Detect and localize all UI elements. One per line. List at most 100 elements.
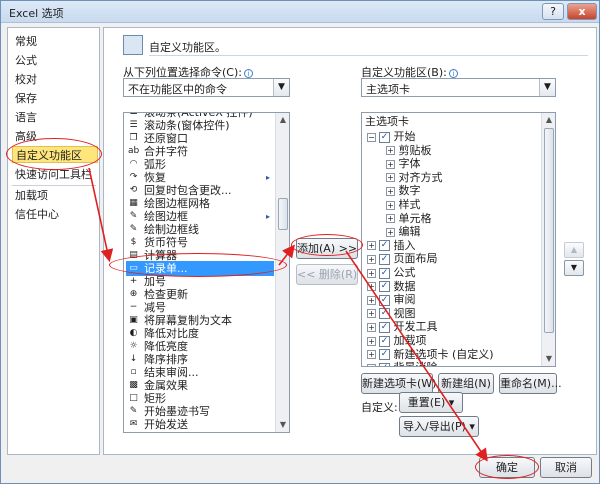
customize-ribbon-dropdown[interactable]: 主选项卡 ▼	[361, 78, 556, 97]
remove-button[interactable]: << 删除(R)	[296, 264, 358, 285]
tree-item[interactable]: +✓ 背景消除	[367, 360, 438, 366]
new-group-button[interactable]: 新建组(N)	[438, 373, 494, 394]
command-icon: −	[129, 302, 138, 312]
move-down-button[interactable]: ▼	[564, 260, 584, 276]
expander-icon[interactable]: +	[367, 282, 376, 292]
tab-checkbox[interactable]: ✓	[379, 253, 390, 265]
expander-icon[interactable]: −	[367, 132, 376, 142]
tree-item-label: 加载项	[390, 334, 427, 347]
tree-item-label: 背景消除	[390, 361, 437, 366]
tab-checkbox[interactable]: ✓	[379, 349, 390, 361]
command-icon: ✎	[129, 406, 138, 416]
command-icon: ☼	[129, 341, 138, 351]
nav-item-save[interactable]: 保存	[12, 90, 98, 107]
tab-checkbox[interactable]: ✓	[379, 267, 390, 279]
expander-icon[interactable]: +	[367, 309, 376, 319]
help-button[interactable]: ?	[542, 3, 564, 20]
nav-item-language[interactable]: 语言	[12, 109, 98, 126]
expander-icon[interactable]: +	[367, 350, 376, 360]
reset-dropdown-button[interactable]: 重置(E) ▾	[399, 392, 463, 413]
expander-icon[interactable]: +	[386, 159, 395, 169]
scroll-down-icon[interactable]: ▼	[276, 418, 289, 432]
expander-icon[interactable]: +	[367, 268, 376, 278]
expander-icon[interactable]: +	[386, 146, 395, 156]
expander-icon[interactable]: +	[367, 363, 376, 366]
nav-item-general[interactable]: 常规	[12, 33, 98, 50]
tab-checkbox[interactable]: ✓	[379, 294, 390, 306]
annotation-ring-nav	[6, 138, 102, 170]
tree-item-label: 编辑	[395, 225, 421, 239]
expander-icon[interactable]: +	[367, 241, 376, 251]
command-icon: ☰	[129, 120, 138, 130]
command-icon: +	[129, 276, 138, 286]
scroll-down-icon[interactable]: ▼	[542, 352, 555, 366]
tree-item-label: 数字	[395, 184, 421, 198]
command-icon: ◠	[129, 159, 138, 169]
window-title: Excel 选项	[9, 7, 64, 20]
customize-label: 自定义:	[361, 401, 398, 414]
close-button[interactable]: x	[567, 3, 597, 20]
tree-item-label: 对齐方式	[395, 170, 443, 184]
expander-icon[interactable]: +	[367, 254, 376, 264]
command-icon: ✎	[129, 224, 138, 234]
nav-separator	[12, 185, 96, 186]
excel-options-dialog: Excel 选项 ? x 常规 公式 校对 保存 语言 高级 自定义功能区 快速…	[0, 0, 600, 484]
expander-icon[interactable]: +	[386, 227, 395, 237]
customize-ribbon-icon	[123, 35, 143, 55]
scrollbar-thumb[interactable]	[278, 198, 288, 230]
tree-item-label: 开始	[390, 130, 416, 143]
scroll-up-icon[interactable]: ▲	[276, 113, 289, 127]
command-icon: □	[129, 393, 138, 403]
tab-checkbox[interactable]: ✓	[379, 308, 390, 320]
title-bar: Excel 选项 ? x	[1, 1, 599, 23]
tab-checkbox[interactable]: ✓	[379, 362, 390, 366]
commands-scrollbar[interactable]: ▲ ▼	[275, 113, 289, 432]
tab-checkbox[interactable]: ✓	[379, 321, 390, 333]
ribbon-tabs-tree[interactable]: 主选项卡 − ✓ 开始 + 剪贴板 + 字体 + 对齐方式 + 数字 + 样式 + 单元格 + …	[361, 112, 556, 367]
nav-item-proofing[interactable]: 校对	[12, 71, 98, 88]
expander-icon[interactable]: +	[386, 214, 395, 224]
nav-item-formulas[interactable]: 公式	[12, 52, 98, 69]
expander-icon[interactable]: +	[367, 295, 376, 305]
command-icon: ✉	[129, 419, 138, 429]
rename-button[interactable]: 重命名(M)...	[499, 373, 562, 394]
import-export-dropdown-button[interactable]: 导入/导出(P) ▾	[399, 416, 479, 437]
expander-icon[interactable]: +	[367, 322, 376, 332]
nav-item-trust-center[interactable]: 信任中心	[12, 206, 98, 223]
command-icon: ▩	[129, 380, 138, 390]
tree-item-label: 剪贴板	[395, 143, 432, 157]
tree-item-label: 插入	[390, 238, 416, 252]
command-icon: ✎	[129, 211, 138, 221]
tree-item-label: 审阅	[390, 293, 416, 307]
tab-checkbox[interactable]: ✓	[379, 240, 390, 252]
annotation-ring-command	[109, 253, 287, 277]
move-up-button[interactable]: ▲	[564, 242, 584, 258]
ribbon-tree-scrollbar[interactable]: ▲ ▼	[541, 113, 555, 366]
tab-checkbox[interactable]: ✓	[379, 131, 390, 143]
expander-icon[interactable]: +	[367, 336, 376, 346]
scrollbar-thumb[interactable]	[544, 128, 554, 333]
choose-commands-dropdown[interactable]: 不在功能区中的命令 ▼	[123, 78, 290, 97]
pane-title: 自定义功能区。	[149, 41, 226, 54]
command-icon: ↷	[129, 172, 138, 182]
command-icon: ▣	[129, 315, 138, 325]
command-item[interactable]: ✉ 开始发送	[126, 417, 274, 432]
expander-icon[interactable]: +	[386, 186, 395, 196]
tab-checkbox[interactable]: ✓	[379, 335, 390, 347]
command-icon: ⟲	[129, 185, 138, 195]
command-icon: ▦	[129, 198, 138, 208]
expander-icon[interactable]: +	[386, 173, 395, 183]
options-nav: 常规 公式 校对 保存 语言 高级 自定义功能区 快速访问工具栏 加载项 信任中…	[7, 27, 100, 455]
scroll-up-icon[interactable]: ▲	[542, 113, 555, 127]
expander-icon[interactable]: +	[386, 200, 395, 210]
tab-checkbox[interactable]: ✓	[379, 281, 390, 293]
chevron-down-icon[interactable]: ▼	[539, 79, 555, 96]
new-tab-button[interactable]: 新建选项卡(W)	[361, 373, 436, 394]
annotation-ring-ok	[475, 455, 539, 479]
nav-item-add-ins[interactable]: 加载项	[12, 187, 98, 204]
info-icon: i	[243, 68, 253, 78]
cancel-button[interactable]: 取消	[540, 457, 592, 478]
command-icon: ↓	[129, 354, 138, 364]
choose-commands-value: 不在功能区中的命令	[128, 83, 227, 96]
chevron-down-icon[interactable]: ▼	[273, 79, 289, 96]
